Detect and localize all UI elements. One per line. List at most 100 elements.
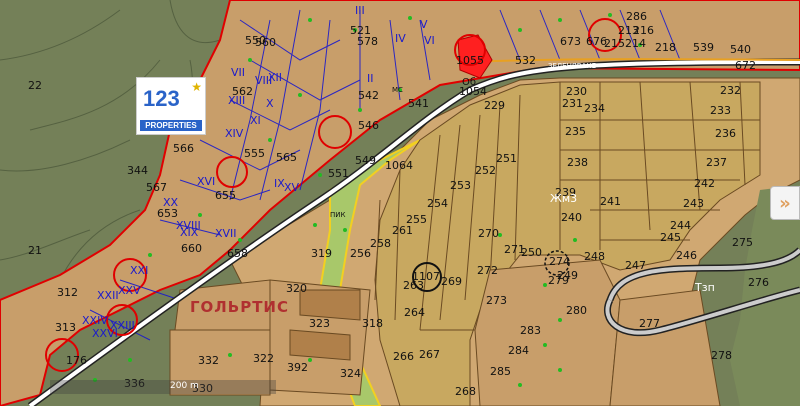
chevron-right-icon: »	[779, 192, 791, 214]
cadastral-map[interactable]: 22 21 344 312 313 176 550 555 560 562 56…	[0, 0, 800, 406]
parcel-label: 549	[355, 154, 376, 167]
block-label: XII	[268, 71, 283, 84]
parcel-label: 246	[676, 249, 697, 262]
parcel-label: 244	[670, 219, 691, 232]
block-label: VII	[231, 66, 246, 79]
parcel-label: 660	[181, 242, 202, 255]
parcel-label: 248	[584, 250, 605, 263]
parcel-label: 1107	[412, 270, 440, 283]
parcel-label: 322	[253, 352, 274, 365]
block-label: III	[355, 4, 365, 17]
parcel-label: 258	[370, 237, 391, 250]
parcel-label: 273	[486, 294, 507, 307]
parcel-label: 276	[748, 276, 769, 289]
block-label: XXV	[118, 284, 141, 297]
parcel-label: 578	[357, 35, 378, 48]
parcel-label: 565	[276, 151, 297, 164]
parcel-label: 254	[427, 197, 448, 210]
parcel-label: 242	[694, 177, 715, 190]
parcel-label: 676	[586, 35, 607, 48]
parcel-label: 247	[625, 259, 646, 272]
parcel-label: 280	[566, 304, 587, 317]
parcel-label: 540	[730, 43, 751, 56]
parcel-label: 551	[328, 167, 349, 180]
parcel-label: 555	[244, 147, 265, 160]
parcel-label: 274	[549, 255, 570, 268]
parcel-label: 253	[450, 179, 471, 192]
parcel-label: 235	[565, 125, 586, 138]
parcel-label: 238	[567, 156, 588, 169]
marker-label: Об	[462, 77, 477, 88]
parcel-label: 22	[28, 79, 42, 92]
parcel-label: 542	[358, 89, 379, 102]
parcel-label: 250	[521, 246, 542, 259]
parcel-label: 240	[561, 211, 582, 224]
block-label: X	[266, 97, 274, 110]
block-label: XIX	[180, 226, 199, 239]
parcel-label: 229	[484, 99, 505, 112]
parcel-label: 218	[655, 41, 676, 54]
parcel-label: 269	[441, 275, 462, 288]
parcel-label: 318	[362, 317, 383, 330]
parcel-label: 237	[706, 156, 727, 169]
parcel-label: 532	[515, 54, 536, 67]
parcel-label: 567	[146, 181, 167, 194]
parcel-label: 232	[720, 84, 741, 97]
parcel-label: 245	[660, 231, 681, 244]
parcel-label: 521	[350, 24, 371, 37]
block-label: V	[420, 18, 428, 31]
parcel-label: 267	[419, 348, 440, 361]
parcel-label: 658	[227, 247, 248, 260]
parcel-label: 392	[287, 361, 308, 374]
block-label: XXVI	[92, 327, 118, 340]
parcel-label: 261	[392, 224, 413, 237]
map-canvas	[0, 0, 800, 406]
block-label: VI	[424, 34, 435, 47]
parcel-label: 324	[340, 367, 361, 380]
next-image-button[interactable]: »	[770, 186, 800, 220]
parcel-label: 21	[28, 244, 42, 257]
parcel-label: 286	[626, 10, 647, 23]
logo-text: PROPERTIES	[140, 120, 202, 131]
parcel-label: 266	[393, 350, 414, 363]
block-label: XX	[163, 196, 179, 209]
parcel-label: 252	[475, 164, 496, 177]
parcel-label: 264	[404, 306, 425, 319]
parcel-label: 241	[600, 195, 621, 208]
parcel-label: 323	[309, 317, 330, 330]
parcel-label: 546	[358, 119, 379, 132]
block-label: XV	[284, 181, 300, 194]
parcel-label: 243	[683, 197, 704, 210]
block-label: XVI	[197, 175, 216, 188]
parcel-label: 344	[127, 164, 148, 177]
parcel-label: 539	[693, 41, 714, 54]
block-label: II	[367, 72, 374, 85]
street-name-label: ЗЕЛЕНЯВАНЕ	[548, 62, 597, 70]
parcel-label: 284	[508, 344, 529, 357]
logo-number: 123	[143, 86, 180, 111]
parcel-label: 283	[520, 324, 541, 337]
parcel-label: 672	[735, 59, 756, 72]
block-label: XIII	[228, 94, 246, 107]
parcel-label: 560	[255, 36, 276, 49]
parcel-label: 319	[311, 247, 332, 260]
parcel-label: 236	[715, 127, 736, 140]
parcel-label: 214	[625, 37, 646, 50]
parcel-label: 1064	[385, 159, 413, 172]
parcel-label: 230	[566, 85, 587, 98]
parcel-label: 176	[66, 354, 87, 367]
parcel-label: 655	[215, 189, 236, 202]
parcel-label: 251	[496, 152, 517, 165]
parcel-label: 285	[490, 365, 511, 378]
star-icon: ★	[191, 80, 202, 94]
parcel-label: 277	[639, 317, 660, 330]
block-label: XVII	[215, 227, 237, 240]
zone-label: МС	[392, 86, 403, 94]
block-label: IV	[395, 32, 406, 45]
zone-label: Жм3	[550, 192, 578, 205]
parcel-label: 1055	[456, 54, 484, 67]
block-label: XXII	[97, 289, 119, 302]
brand-logo[interactable]: 123 ★ PROPERTIES	[136, 77, 206, 135]
block-label: XXI	[130, 264, 149, 277]
scale-bar: 200 m	[50, 380, 276, 394]
